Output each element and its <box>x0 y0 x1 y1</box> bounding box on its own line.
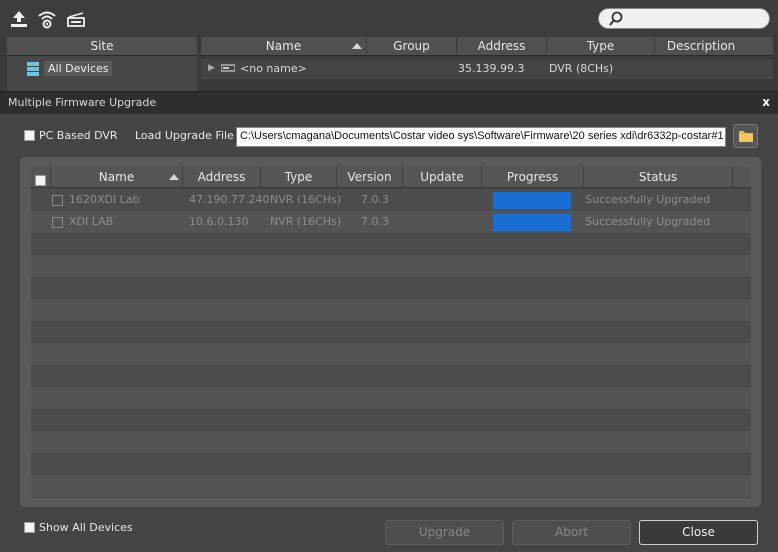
show-all-devices-option[interactable]: Show All Devices <box>24 521 133 534</box>
dialog-title: Multiple Firmware Upgrade <box>0 92 778 114</box>
device-icon[interactable] <box>66 9 86 29</box>
pc-based-dvr-option[interactable]: PC Based DVR <box>24 129 118 142</box>
progress-fill <box>493 214 571 231</box>
search-icon <box>608 11 624 27</box>
empty-table-row <box>31 321 751 343</box>
expand-arrow-icon[interactable]: ▶ <box>208 63 215 73</box>
pc-based-dvr-label: PC Based DVR <box>39 129 118 142</box>
empty-table-row <box>31 387 751 409</box>
device-name: <no name> <box>240 62 307 75</box>
col-name[interactable]: Name <box>51 166 183 188</box>
site-item-label: All Devices <box>44 61 113 76</box>
pc-based-dvr-checkbox[interactable] <box>24 130 35 141</box>
device-table-frame: Name Address Type Version Update Progres… <box>20 157 761 507</box>
select-all-cell <box>31 166 51 188</box>
row-type: NVR (16CHs) <box>270 215 342 228</box>
empty-table-row <box>31 255 751 277</box>
empty-table-row <box>31 233 751 255</box>
load-upgrade-file-label: Load Upgrade File : <box>135 129 242 142</box>
row-checkbox[interactable] <box>52 195 63 206</box>
row-status: Successfully Upgraded <box>585 193 711 206</box>
search-input[interactable] <box>598 8 770 29</box>
device-list-header: Name Group Address Type Description <box>201 37 773 56</box>
device-type-icon <box>220 62 236 77</box>
sort-ascending-icon <box>352 43 362 49</box>
empty-table-row <box>31 343 751 365</box>
firmware-upgrade-dialog: Multiple Firmware Upgrade x PC Based DVR… <box>0 91 778 552</box>
col-group[interactable]: Group <box>367 37 457 56</box>
wireless-icon[interactable] <box>37 9 57 29</box>
col-address[interactable]: Address <box>457 37 547 56</box>
device-list-icon <box>27 61 39 76</box>
show-all-devices-label: Show All Devices <box>39 521 133 534</box>
row-type: NVR (16CHs) <box>270 193 342 206</box>
upgrade-file-path-input[interactable]: C:\Users\cmagana\Documents\Costar video … <box>236 127 726 147</box>
folder-icon <box>739 131 753 142</box>
row-status: Successfully Upgraded <box>585 215 711 228</box>
col-status[interactable]: Status <box>584 166 733 188</box>
show-all-devices-checkbox[interactable] <box>24 522 35 533</box>
toolbar <box>0 0 778 36</box>
row-version: 7.0.3 <box>361 193 389 206</box>
row-version: 7.0.3 <box>361 215 389 228</box>
device-row[interactable]: ▶ <no name> 35.139.99.3 DVR (8CHs) <box>201 59 773 79</box>
select-all-checkbox[interactable] <box>35 174 46 186</box>
col-address[interactable]: Address <box>183 166 261 188</box>
empty-table-row <box>31 277 751 299</box>
table-row[interactable]: 1620XDI Lab 47.190.77.240 NVR (16CHs) 7.0.3… <box>31 189 751 211</box>
device-type: DVR (8CHs) <box>549 62 614 75</box>
progress-fill <box>493 192 571 209</box>
row-checkbox[interactable] <box>52 217 63 228</box>
sort-ascending-icon <box>169 174 179 180</box>
empty-table-row <box>31 475 751 497</box>
col-progress[interactable]: Progress <box>482 166 584 188</box>
row-name: 1620XDI Lab <box>69 193 140 206</box>
abort-button[interactable]: Abort <box>512 520 631 545</box>
browse-folder-button[interactable] <box>733 124 758 148</box>
empty-table-row <box>31 453 751 475</box>
site-column-header[interactable]: Site <box>7 37 197 56</box>
device-address: 35.139.99.3 <box>458 62 525 75</box>
upgrade-button[interactable]: Upgrade <box>385 520 504 545</box>
col-update[interactable]: Update <box>403 166 482 188</box>
progress-bar <box>493 192 571 209</box>
table-row[interactable]: XDI LAB 10.6.0.130 NVR (16CHs) 7.0.3 Success… <box>31 211 751 233</box>
close-button[interactable]: Close <box>639 520 758 545</box>
empty-table-row <box>31 431 751 453</box>
row-address: 10.6.0.130 <box>189 215 249 228</box>
col-type[interactable]: Type <box>547 37 655 56</box>
site-panel: All Devices <box>7 56 197 96</box>
empty-table-row <box>31 409 751 431</box>
col-description[interactable]: Description <box>655 37 747 56</box>
row-address: 47.190.77.240 <box>189 193 270 206</box>
upgrade-device-table: Name Address Type Version Update Progres… <box>31 166 751 498</box>
col-type[interactable]: Type <box>261 166 337 188</box>
col-version[interactable]: Version <box>337 166 403 188</box>
col-name[interactable]: Name <box>201 37 367 56</box>
upload-icon[interactable] <box>9 9 29 29</box>
close-icon[interactable]: x <box>762 92 770 112</box>
empty-table-row <box>31 365 751 387</box>
progress-bar <box>493 214 571 231</box>
row-name: XDI LAB <box>69 215 114 228</box>
table-header: Name Address Type Version Update Progres… <box>31 166 751 188</box>
site-item-all-devices[interactable]: All Devices <box>25 59 113 78</box>
empty-table-row <box>31 299 751 321</box>
